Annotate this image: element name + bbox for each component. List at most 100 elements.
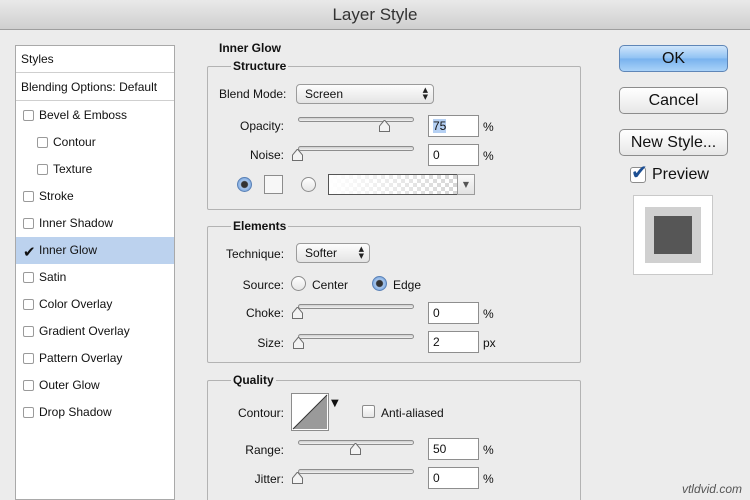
style-item-label: Outer Glow	[39, 378, 100, 392]
style-item-checkbox[interactable]: ✔	[23, 243, 36, 261]
choke-input[interactable]: 0	[428, 302, 479, 324]
noise-unit: %	[483, 149, 494, 163]
source-edge-radio[interactable]	[372, 276, 387, 291]
jitter-input[interactable]: 0	[428, 467, 479, 489]
style-item[interactable]: Pattern Overlay	[16, 345, 174, 372]
jitter-slider-track[interactable]	[298, 469, 414, 474]
style-item-checkbox[interactable]	[23, 326, 34, 337]
style-item-label: Bevel & Emboss	[39, 108, 128, 122]
gradient-picker-arrow-icon[interactable]: ▼	[457, 174, 475, 195]
style-item[interactable]: Texture	[16, 156, 174, 183]
opacity-unit: %	[483, 120, 494, 134]
range-input[interactable]: 50	[428, 438, 479, 460]
opacity-slider-track[interactable]	[298, 117, 414, 122]
choke-slider-track[interactable]	[298, 304, 414, 309]
style-item[interactable]: Bevel & Emboss	[16, 102, 174, 129]
style-item-label: Color Overlay	[39, 297, 113, 311]
range-slider-thumb[interactable]	[350, 443, 361, 455]
opacity-input[interactable]: 75	[428, 115, 479, 137]
style-item[interactable]: Outer Glow	[16, 372, 174, 399]
size-slider-thumb[interactable]	[293, 337, 304, 349]
blend-mode-value: Screen	[305, 87, 344, 101]
style-item[interactable]: Gradient Overlay	[16, 318, 174, 345]
style-item[interactable]: ✔ Inner Glow	[16, 237, 174, 264]
ok-button[interactable]: OK	[619, 45, 728, 72]
cancel-button[interactable]: Cancel	[619, 87, 728, 114]
inner-glow-title: Inner Glow	[219, 41, 282, 55]
gradient-swatch[interactable]	[328, 174, 458, 195]
noise-label: Noise:	[249, 148, 284, 162]
solid-color-radio[interactable]	[237, 177, 252, 192]
glow-color-swatch[interactable]	[264, 175, 283, 194]
style-item-checkbox[interactable]	[23, 353, 34, 364]
source-center-label: Center	[312, 278, 349, 292]
source-edge-label: Edge	[393, 278, 422, 292]
contour-curve-icon	[292, 394, 328, 430]
style-item-checkbox[interactable]	[37, 164, 48, 175]
anti-aliased-checkbox[interactable]	[362, 405, 375, 418]
opacity-label: Opacity:	[239, 119, 284, 133]
style-item-label: Contour	[53, 135, 96, 149]
size-slider-track[interactable]	[298, 334, 414, 339]
dropdown-arrows-icon: ▲ ▼	[422, 86, 428, 101]
style-item[interactable]: Contour	[16, 129, 174, 156]
style-item-checkbox[interactable]	[23, 299, 34, 310]
new-style-button[interactable]: New Style...	[619, 129, 728, 156]
checkmark-icon: ✔	[631, 160, 648, 184]
style-item-checkbox[interactable]	[23, 272, 34, 283]
technique-label: Technique:	[226, 247, 285, 261]
style-item-label: Pattern Overlay	[39, 351, 123, 365]
style-item[interactable]: Drop Shadow	[16, 399, 174, 426]
window-title-bar: Layer Style	[0, 0, 750, 30]
contour-preview[interactable]	[291, 393, 329, 431]
opacity-slider-thumb[interactable]	[379, 120, 390, 132]
style-item-checkbox[interactable]	[23, 380, 34, 391]
elements-title: Elements	[231, 219, 289, 233]
source-center-radio[interactable]	[291, 276, 306, 291]
preview-swatch	[654, 216, 692, 254]
style-item[interactable]: Satin	[16, 264, 174, 291]
range-unit: %	[483, 443, 494, 457]
style-item[interactable]: Inner Shadow	[16, 210, 174, 237]
style-item[interactable]: Stroke	[16, 183, 174, 210]
blending-options-item[interactable]: Blending Options: Default	[16, 74, 174, 101]
noise-slider-track[interactable]	[298, 146, 414, 151]
size-unit: px	[483, 336, 496, 350]
watermark: vtldvid.com	[681, 482, 742, 496]
style-item[interactable]: Color Overlay	[16, 291, 174, 318]
style-item-checkbox[interactable]	[23, 218, 34, 229]
gradient-radio[interactable]	[301, 177, 316, 192]
style-item-label: Drop Shadow	[39, 405, 112, 419]
contour-label: Contour:	[237, 406, 284, 420]
preview-background	[645, 207, 701, 263]
style-item-checkbox[interactable]	[23, 191, 34, 202]
range-label: Range:	[245, 443, 284, 457]
technique-dropdown[interactable]: Softer ▲ ▼	[296, 243, 370, 263]
choke-unit: %	[483, 307, 494, 321]
contour-picker-arrow-icon[interactable]: ▼	[331, 398, 339, 409]
style-item-checkbox[interactable]	[23, 407, 34, 418]
style-item-label: Inner Glow	[39, 243, 98, 257]
jitter-slider-thumb[interactable]	[292, 472, 303, 484]
style-item-checkbox[interactable]	[37, 137, 48, 148]
quality-title: Quality	[231, 373, 276, 387]
preview-label: Preview	[652, 166, 709, 183]
noise-slider-thumb[interactable]	[292, 149, 303, 161]
choke-label: Choke:	[245, 306, 284, 320]
size-input[interactable]: 2	[428, 331, 479, 353]
structure-title: Structure	[231, 59, 289, 73]
jitter-label: Jitter:	[254, 472, 284, 486]
jitter-unit: %	[483, 472, 494, 486]
checkmark-icon: ✔	[23, 243, 36, 261]
style-item-label: Stroke	[39, 189, 74, 203]
style-item-checkbox[interactable]	[23, 110, 34, 121]
styles-header[interactable]: Styles	[16, 46, 174, 73]
choke-slider-thumb[interactable]	[292, 307, 303, 319]
noise-input[interactable]: 0	[428, 144, 479, 166]
blend-mode-label: Blend Mode:	[219, 87, 287, 101]
size-label: Size:	[257, 336, 284, 350]
style-item-label: Texture	[53, 162, 93, 176]
preview-checkbox[interactable]: ✔	[630, 160, 648, 184]
blend-mode-dropdown[interactable]: Screen ▲ ▼	[296, 84, 434, 104]
style-item-label: Satin	[39, 270, 67, 284]
